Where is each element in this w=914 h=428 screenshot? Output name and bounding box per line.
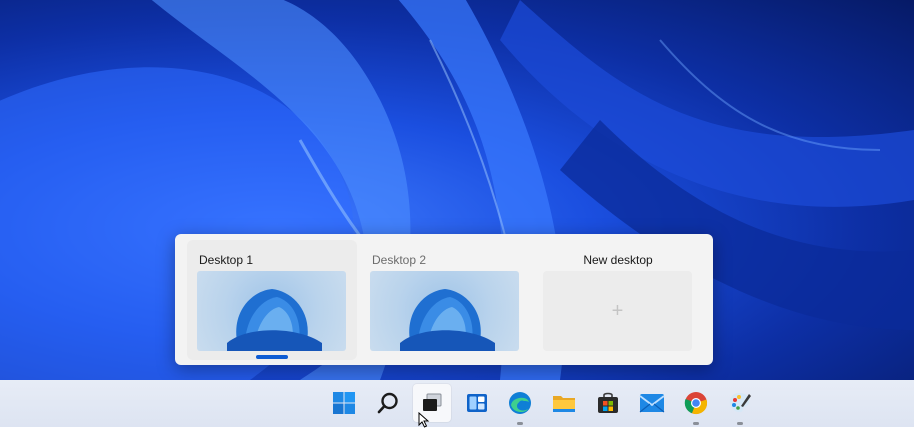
- paint-icon: [729, 393, 751, 413]
- plus-icon: +: [611, 299, 624, 322]
- folder-icon: [553, 396, 575, 412]
- running-indicator: [737, 422, 743, 425]
- search-button[interactable]: [369, 384, 407, 422]
- mouse-cursor-icon: [418, 412, 430, 428]
- new-desktop-card[interactable]: New desktop +: [533, 240, 703, 360]
- edge-icon: [509, 392, 531, 414]
- store-button[interactable]: [589, 384, 627, 422]
- start-button[interactable]: [325, 384, 363, 422]
- widgets-button[interactable]: [458, 384, 496, 422]
- paint-button[interactable]: [721, 384, 759, 425]
- search-icon: [377, 392, 398, 414]
- new-desktop-label: New desktop: [583, 253, 653, 267]
- mail-icon: [639, 394, 665, 413]
- mail-button[interactable]: [633, 384, 671, 422]
- windows-logo-icon: [333, 392, 355, 414]
- desktop-thumbnail: [197, 271, 346, 351]
- chrome-icon: [684, 392, 708, 415]
- desktop-thumbnail: [370, 271, 519, 351]
- new-desktop-thumbnail: +: [543, 271, 692, 351]
- desktop-card-title: Desktop 1: [199, 253, 254, 267]
- file-explorer-button[interactable]: [545, 384, 583, 422]
- active-desktop-indicator: [256, 355, 288, 359]
- store-icon: [598, 392, 618, 413]
- running-indicator: [693, 422, 699, 425]
- edge-button[interactable]: [501, 384, 539, 425]
- desktop-card-title: Desktop 2: [372, 253, 427, 267]
- taskbar: [0, 380, 914, 427]
- desktop-card-1[interactable]: Desktop 1: [187, 240, 357, 360]
- desktop-card-2[interactable]: Desktop 2: [360, 240, 530, 360]
- widgets-icon: [467, 394, 487, 412]
- task-view-flyout: Desktop 1 Desktop 2 New desktop +: [175, 234, 713, 365]
- running-indicator: [517, 422, 523, 425]
- chrome-button[interactable]: [677, 384, 715, 425]
